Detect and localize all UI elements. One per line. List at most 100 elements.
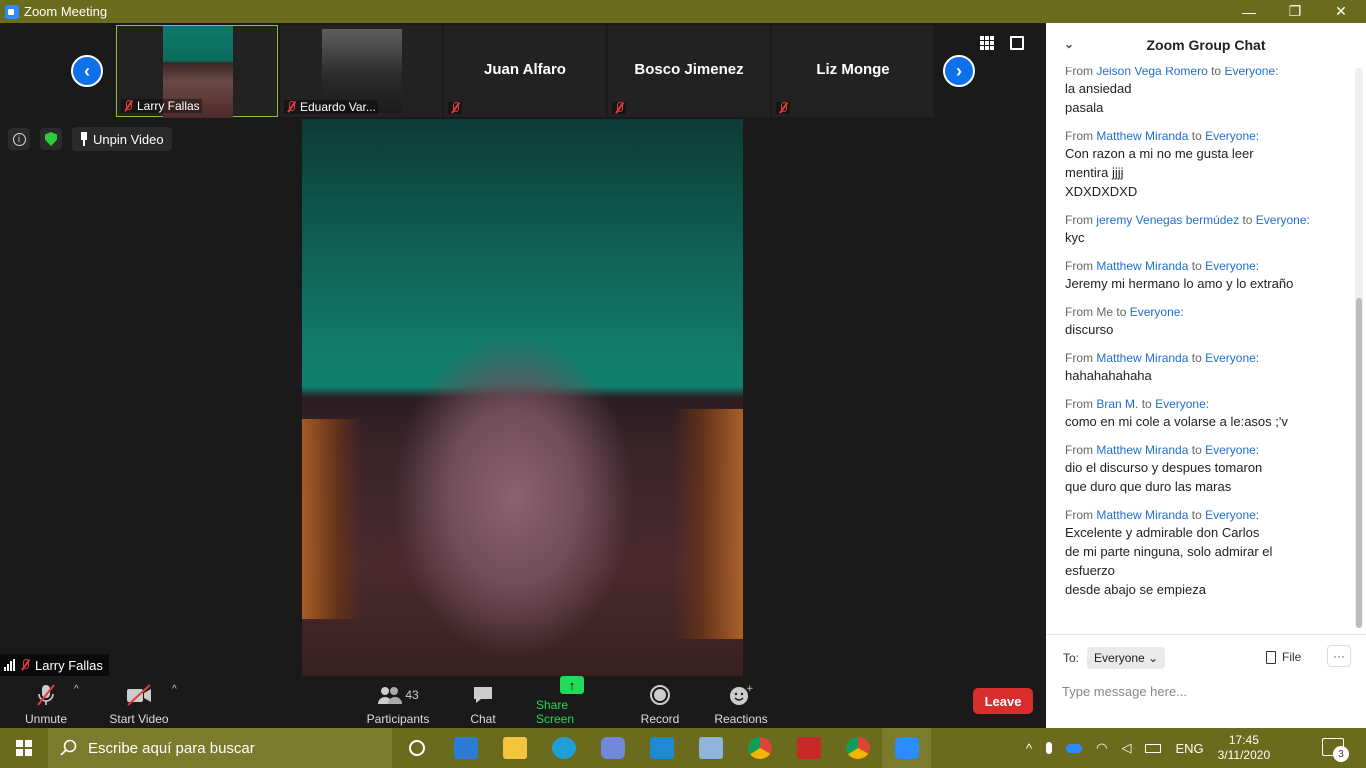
- virtualbox-icon[interactable]: [686, 728, 735, 768]
- recipient-name: Everyone:: [1205, 508, 1260, 522]
- reactions-button[interactable]: + Reactions: [713, 678, 769, 726]
- chevron-up-icon[interactable]: ^: [1026, 741, 1032, 756]
- sender-name[interactable]: Matthew Miranda: [1096, 351, 1188, 365]
- clock-time: 17:45: [1228, 733, 1259, 747]
- thumbnail-bosco-jimenez[interactable]: Bosco Jimenez: [608, 25, 770, 117]
- file-label: File: [1282, 650, 1302, 664]
- next-page-button[interactable]: ›: [943, 55, 975, 87]
- to-word: to: [1191, 508, 1202, 522]
- sender-name[interactable]: Bran M.: [1096, 397, 1138, 411]
- clock[interactable]: 17:45 3/11/2020: [1218, 733, 1271, 763]
- message-text: como en mi cole a volarse a le:asos ;'v: [1065, 414, 1288, 429]
- sender-name[interactable]: Me: [1096, 305, 1113, 319]
- volume-icon[interactable]: ◁: [1121, 740, 1131, 756]
- chat-scrollbar[interactable]: [1355, 68, 1363, 628]
- unpin-video-label: Unpin Video: [93, 131, 164, 147]
- record-button[interactable]: Record: [640, 678, 680, 726]
- unpin-video-button[interactable]: Unpin Video: [72, 127, 172, 151]
- more-options-button[interactable]: ···: [1327, 645, 1351, 667]
- vscode-icon[interactable]: [637, 728, 686, 768]
- sender-name[interactable]: Matthew Miranda: [1096, 129, 1188, 143]
- title-bar: Zoom Meeting — ❐ ✕: [0, 0, 1366, 23]
- chat-message: From Jeison Vega Romero to Everyone: la a…: [1046, 67, 1356, 117]
- to-word: to: [1141, 397, 1152, 411]
- message-text: pasala: [1065, 100, 1104, 115]
- speaker-name-label: Larry Fallas: [0, 654, 109, 676]
- leave-button[interactable]: Leave: [973, 688, 1033, 714]
- task-view-icon[interactable]: [392, 728, 441, 768]
- taskbar-search[interactable]: Escribe aquí para buscar: [48, 728, 392, 768]
- zoom-taskbar-icon[interactable]: [882, 728, 931, 768]
- red-app-icon[interactable]: [784, 728, 833, 768]
- thumbnail-eduardo[interactable]: Eduardo Var...: [280, 25, 442, 117]
- gallery-view-icon[interactable]: [980, 36, 994, 50]
- meeting-info-button[interactable]: i: [8, 128, 30, 150]
- clock-date: 3/11/2020: [1217, 748, 1271, 762]
- meeting-toolbar: Unmute ^ Start Video ^ 43 Participants C…: [0, 676, 1046, 728]
- unmute-button[interactable]: Unmute: [22, 678, 70, 726]
- message-text: discurso: [1065, 322, 1114, 337]
- restore-button[interactable]: ❐: [1272, 0, 1318, 23]
- recipient-name: Everyone:: [1205, 259, 1260, 273]
- from-word: From: [1065, 397, 1093, 411]
- scrollbar-thumb[interactable]: [1356, 298, 1362, 628]
- minimize-button[interactable]: —: [1226, 0, 1272, 23]
- recipient-row: To: Everyone ⌄: [1063, 647, 1166, 669]
- thumbnail-juan-alfaro[interactable]: Juan Alfaro: [444, 25, 606, 117]
- from-word: From: [1065, 213, 1093, 227]
- to-word: to: [1242, 213, 1253, 227]
- pinned-video: [302, 119, 743, 676]
- to-word: to: [1116, 305, 1127, 319]
- file-icon: [1266, 650, 1276, 664]
- share-screen-button[interactable]: ↑ Share Screen: [536, 676, 608, 726]
- sender-name[interactable]: Matthew Miranda: [1096, 259, 1188, 273]
- mail-icon[interactable]: [441, 728, 490, 768]
- thumbnail-liz-monge[interactable]: Liz Monge: [772, 25, 934, 117]
- chrome-icon[interactable]: [735, 728, 784, 768]
- language-indicator[interactable]: ENG: [1175, 741, 1203, 756]
- start-video-button[interactable]: Start Video: [108, 678, 170, 726]
- unmute-label: Unmute: [24, 712, 68, 726]
- sender-name[interactable]: Matthew Miranda: [1096, 443, 1188, 457]
- encryption-button[interactable]: [40, 128, 62, 150]
- from-word: From: [1065, 67, 1093, 78]
- message-header: From Matthew Miranda to Everyone:: [1065, 442, 1346, 458]
- discord-icon[interactable]: [588, 728, 637, 768]
- chat-button[interactable]: Chat: [466, 678, 500, 726]
- recipient-name: Everyone:: [1224, 67, 1279, 78]
- close-button[interactable]: ✕: [1318, 0, 1364, 23]
- message-text: XDXDXDXD: [1065, 184, 1138, 199]
- audio-options-caret[interactable]: ^: [74, 684, 79, 695]
- recipient-select[interactable]: Everyone ⌄: [1087, 647, 1166, 669]
- thumbnail-larry-fallas[interactable]: Larry Fallas: [116, 25, 278, 118]
- message-header: From Matthew Miranda to Everyone:: [1065, 350, 1346, 366]
- fullscreen-icon[interactable]: [1010, 36, 1024, 50]
- file-button[interactable]: File: [1266, 650, 1301, 664]
- chat-message-list[interactable]: From Jeison Vega Romero to Everyone: la a…: [1046, 67, 1356, 633]
- thumbnail-label: [448, 102, 462, 114]
- participants-button[interactable]: 43 Participants: [366, 678, 430, 726]
- edge-icon[interactable]: [539, 728, 588, 768]
- thumbnail-label: Larry Fallas: [121, 99, 202, 113]
- onedrive-icon[interactable]: [1066, 743, 1083, 753]
- message-input[interactable]: [1062, 679, 1352, 703]
- window-title: Zoom Meeting: [24, 4, 108, 19]
- start-button[interactable]: [0, 728, 48, 768]
- sender-name[interactable]: jeremy Venegas bermúdez: [1096, 213, 1239, 227]
- chrome-profile-icon[interactable]: [833, 728, 882, 768]
- wifi-icon[interactable]: ◠: [1096, 740, 1107, 756]
- background-light-right: [673, 409, 743, 639]
- prev-page-button[interactable]: ‹: [71, 55, 103, 87]
- chat-message: From Matthew Miranda to Everyone: Jeremy …: [1046, 258, 1356, 293]
- file-explorer-icon[interactable]: [490, 728, 539, 768]
- microphone-icon[interactable]: [1046, 742, 1053, 754]
- battery-icon[interactable]: [1145, 743, 1162, 753]
- chat-message: From Matthew Miranda to Everyone: dio el …: [1046, 442, 1356, 496]
- view-controls: [980, 36, 1024, 50]
- chevron-down-icon[interactable]: ⌄: [1064, 37, 1074, 51]
- sender-name[interactable]: Jeison Vega Romero: [1096, 67, 1207, 78]
- recipient-name: Everyone:: [1155, 397, 1210, 411]
- video-options-caret[interactable]: ^: [172, 684, 177, 695]
- from-word: From: [1065, 129, 1093, 143]
- sender-name[interactable]: Matthew Miranda: [1096, 508, 1188, 522]
